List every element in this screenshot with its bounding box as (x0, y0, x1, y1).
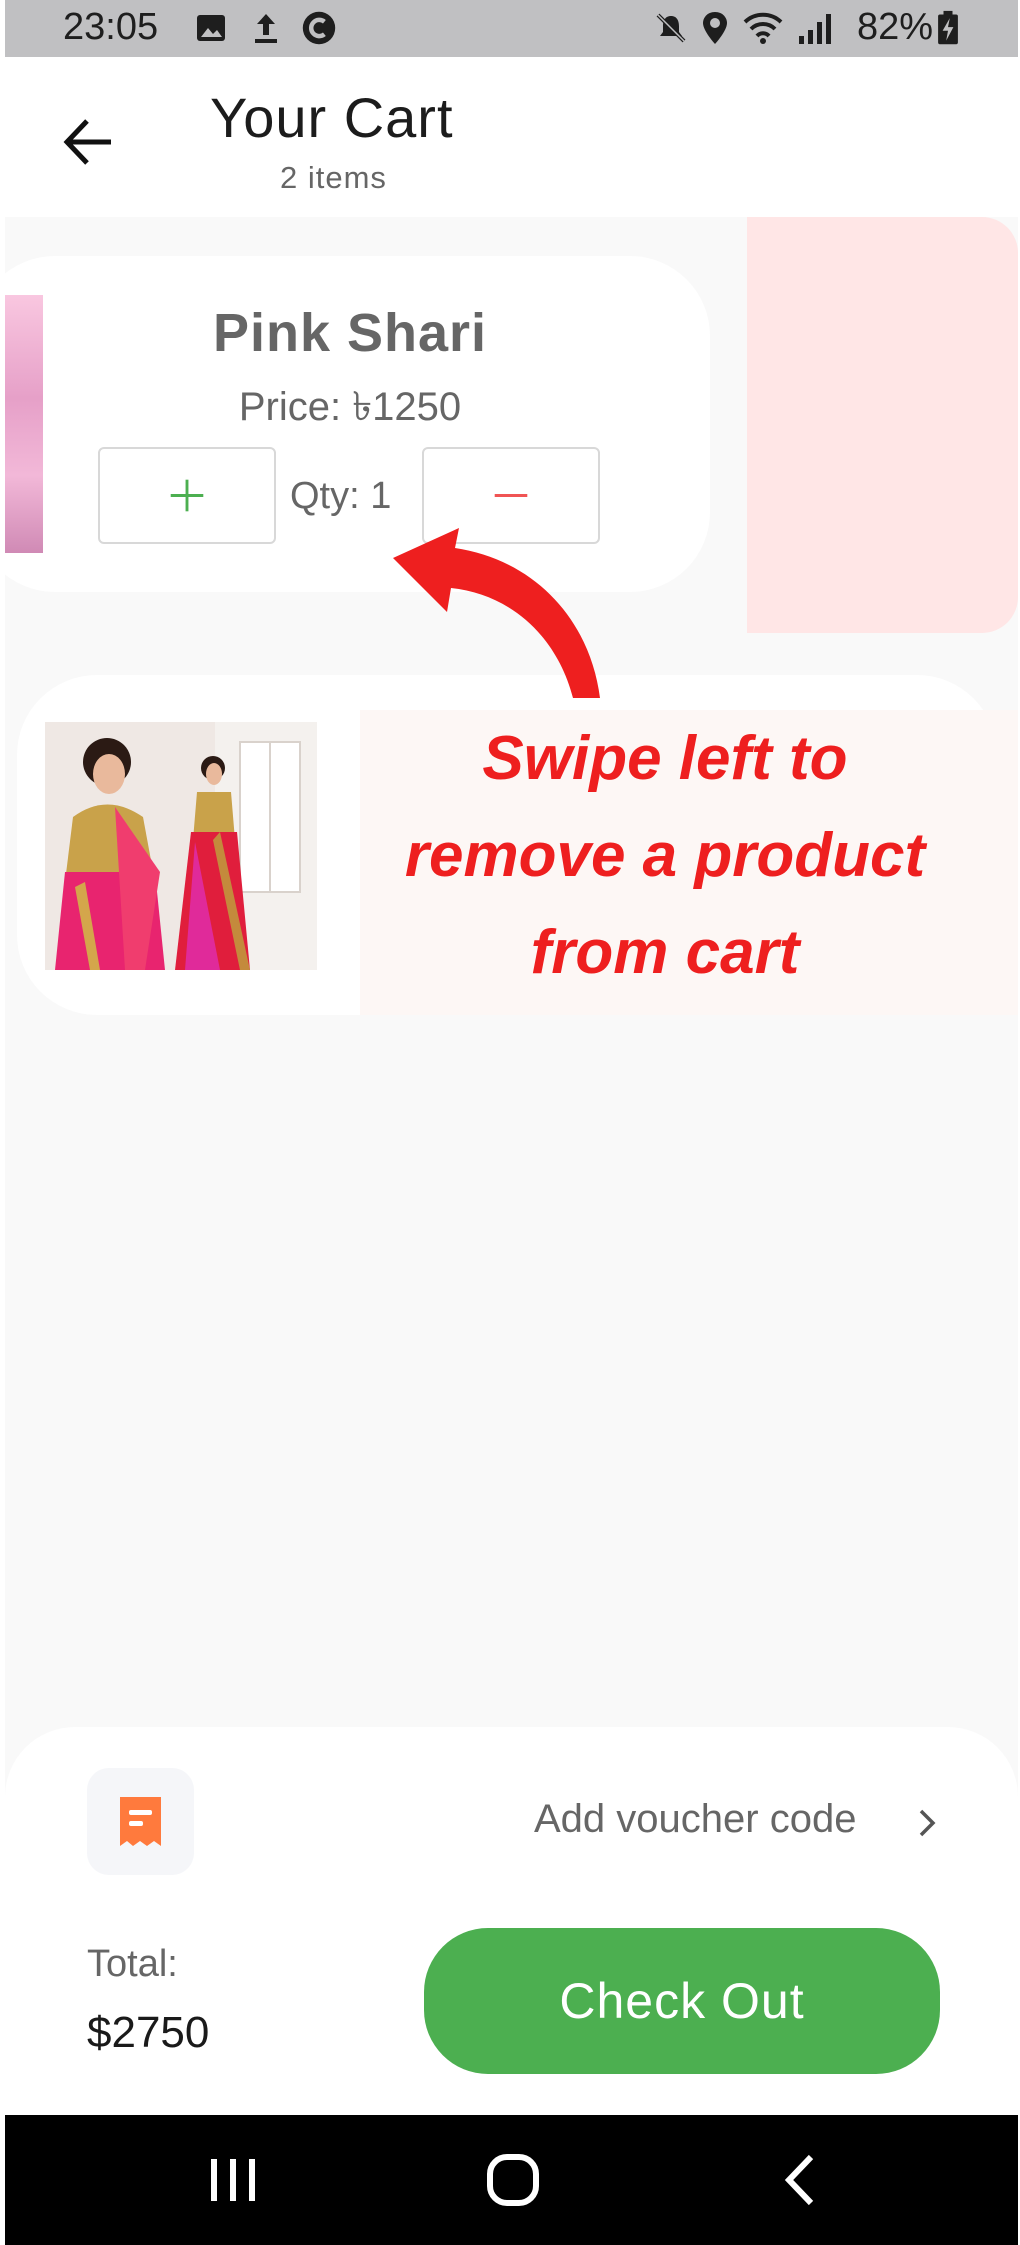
swipe-hint: Swipe left to remove a product from cart (360, 710, 970, 1001)
increase-quantity-button[interactable] (98, 447, 276, 544)
status-time: 23:05 (63, 6, 159, 48)
quantity-label: Qty: 1 (290, 475, 392, 517)
plus-icon (170, 479, 204, 512)
status-bar: 23:05 82% (5, 0, 1018, 57)
add-voucher-link[interactable]: Add voucher code (534, 1797, 856, 1842)
c-icon (302, 11, 336, 45)
receipt-icon (120, 1797, 161, 1846)
product-name: Pink Shari (212, 303, 488, 363)
page-title: Your Cart (210, 86, 454, 149)
recent-apps-icon[interactable] (205, 2147, 261, 2213)
saree-photo (45, 722, 317, 970)
battery-percentage: 82% (857, 6, 934, 48)
app-screen: 23:05 82% Your Cart 2 items Pink Shari P… (5, 0, 1018, 2245)
battery-charging-icon (938, 10, 958, 45)
curved-arrow-icon (393, 528, 600, 698)
item-count: 2 items (280, 160, 387, 195)
swipe-hint-line: Swipe left to (482, 724, 848, 793)
chevron-right-icon[interactable] (912, 1803, 942, 1843)
checkout-button[interactable]: Check Out (424, 1928, 940, 2074)
total-label: Total: (87, 1943, 178, 1985)
swipe-hint-line: remove a product (404, 821, 926, 890)
voucher-icon-container[interactable] (87, 1768, 194, 1875)
swipe-hint-line: from cart (530, 918, 800, 987)
upload-icon (255, 14, 277, 43)
home-icon[interactable] (483, 2147, 543, 2213)
back-icon[interactable] (775, 2147, 825, 2213)
total-amount: $2750 (87, 2008, 210, 2057)
wifi-icon (743, 12, 783, 44)
signal-icon (799, 14, 831, 44)
back-arrow-icon[interactable] (55, 107, 125, 177)
mute-icon (656, 13, 686, 43)
app-header: Your Cart 2 items (5, 57, 1018, 217)
product-price: Price: ৳1250 (238, 385, 462, 429)
system-nav-bar (5, 2115, 1018, 2245)
swipe-delete-background (747, 217, 1018, 633)
location-icon (703, 12, 727, 44)
image-icon (197, 15, 225, 41)
